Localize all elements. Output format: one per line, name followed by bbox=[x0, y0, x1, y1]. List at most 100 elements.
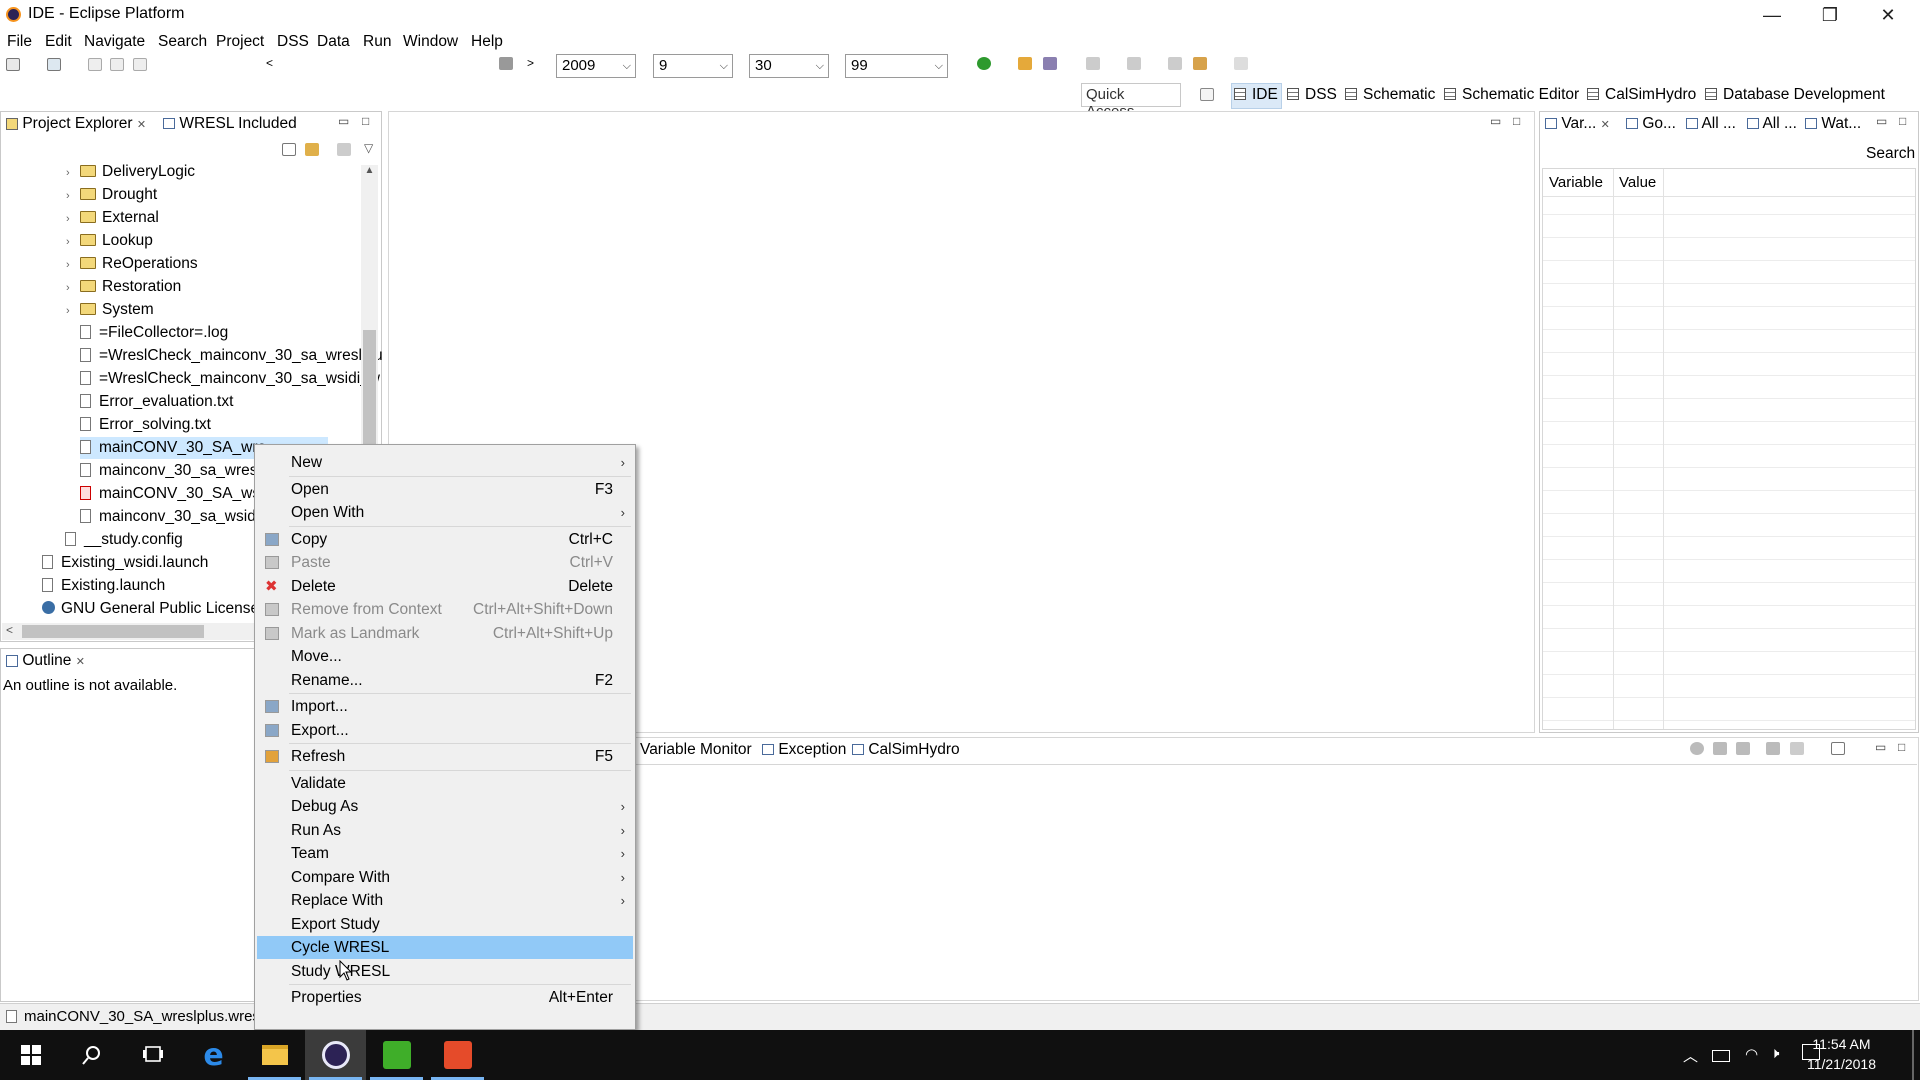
menu-item-delete[interactable]: ✖ Delete Delete bbox=[257, 575, 633, 598]
app-red-button[interactable] bbox=[427, 1030, 488, 1080]
menu-item-run-as[interactable]: Run As › bbox=[257, 819, 633, 842]
h-scroll-thumb[interactable] bbox=[22, 625, 204, 638]
tree-file[interactable]: Error_solving.txt bbox=[80, 414, 211, 436]
month-select[interactable]: 9 ⌵ bbox=[653, 54, 733, 78]
menu-help[interactable]: Help bbox=[471, 33, 503, 51]
perspective-dss[interactable]: DSS bbox=[1287, 86, 1337, 104]
menu-item-study-wresl[interactable]: Study WRESL bbox=[257, 960, 633, 983]
menu-item-import[interactable]: Import... bbox=[257, 695, 633, 718]
tree-file[interactable]: Existing.launch bbox=[42, 575, 165, 597]
pin-icon[interactable] bbox=[1766, 742, 1780, 755]
close-icon[interactable]: ✕ bbox=[137, 119, 146, 131]
minimize-button[interactable]: — bbox=[1743, 0, 1801, 30]
minimize-view-icon[interactable]: ▭ bbox=[1875, 740, 1886, 754]
file-explorer-button[interactable] bbox=[244, 1030, 305, 1080]
tab-project-explorer[interactable]: Project Explorer ✕ bbox=[2, 114, 152, 136]
tab-variables[interactable]: Var... ✕ bbox=[1541, 114, 1619, 136]
new-icon[interactable] bbox=[6, 58, 20, 71]
scroll-up-icon[interactable]: ▲ bbox=[362, 165, 377, 176]
expand-chevron-icon[interactable]: › bbox=[66, 185, 80, 207]
menu-item-export-study[interactable]: Export Study bbox=[257, 913, 633, 936]
steps-select[interactable]: 99 ⌵ bbox=[845, 54, 948, 78]
battery-icon[interactable] bbox=[1712, 1050, 1730, 1062]
focus-icon[interactable] bbox=[337, 143, 351, 156]
tab-wresl-included[interactable]: WRESL Included bbox=[159, 114, 301, 136]
maximize-editor-icon[interactable]: □ bbox=[1513, 114, 1520, 128]
app-green-button[interactable] bbox=[366, 1030, 427, 1080]
menu-search[interactable]: Search bbox=[158, 33, 207, 51]
menu-data[interactable]: Data bbox=[317, 33, 350, 51]
tree-file[interactable]: Existing_wsidi.launch bbox=[42, 552, 208, 574]
last-edit-icon[interactable] bbox=[1168, 57, 1182, 70]
tree-folder[interactable]: › DeliveryLogic bbox=[66, 161, 195, 183]
tree-folder[interactable]: › System bbox=[66, 299, 154, 321]
maximize-view-icon[interactable]: □ bbox=[1898, 740, 1905, 754]
scroll-left-icon[interactable]: < bbox=[6, 623, 13, 637]
close-button[interactable]: ✕ bbox=[1859, 0, 1917, 30]
open-perspective-icon[interactable] bbox=[1200, 88, 1214, 101]
perspective-database-development[interactable]: Database Development bbox=[1705, 86, 1885, 104]
wifi-icon[interactable]: ◠ bbox=[1745, 1045, 1758, 1063]
tree-file[interactable]: mainCONV_30_SA_wsi bbox=[80, 483, 264, 505]
expand-chevron-icon[interactable]: › bbox=[66, 231, 80, 253]
tab-exception[interactable]: Exception bbox=[758, 740, 850, 762]
collapse-all-icon[interactable] bbox=[282, 143, 296, 156]
menu-navigate[interactable]: Navigate bbox=[84, 33, 145, 51]
restore-button[interactable]: ❐ bbox=[1801, 0, 1859, 30]
tab-outline[interactable]: Outline ✕ bbox=[2, 651, 89, 673]
tab-all-2[interactable]: All ... bbox=[1743, 114, 1801, 136]
menu-window[interactable]: Window bbox=[403, 33, 458, 51]
menu-dss[interactable]: DSS bbox=[277, 33, 309, 51]
open-folder-icon[interactable] bbox=[1018, 57, 1032, 70]
tree-file[interactable]: mainconv_30_sa_wsidi_ bbox=[80, 506, 268, 528]
tab-calsimhydro[interactable]: CalSimHydro bbox=[848, 740, 964, 762]
quick-access-input[interactable]: Quick Access bbox=[1081, 83, 1181, 120]
menu-project[interactable]: Project bbox=[216, 33, 264, 51]
tree-folder[interactable]: › Lookup bbox=[66, 230, 153, 252]
menu-item-open[interactable]: Open F3 bbox=[257, 478, 633, 501]
close-icon[interactable]: ✕ bbox=[76, 656, 85, 668]
tree-file[interactable]: =WreslCheck_mainconv_30_sa_wreslplu bbox=[80, 345, 383, 367]
prev-annotation-icon[interactable] bbox=[1127, 57, 1141, 70]
tree-file[interactable]: =WreslCheck_mainconv_30_sa_wsidi_w bbox=[80, 368, 380, 390]
maximize-view-icon[interactable]: □ bbox=[1899, 114, 1906, 128]
tree-file[interactable]: Error_evaluation.txt bbox=[80, 391, 233, 413]
edge-browser-button[interactable]: e bbox=[183, 1030, 244, 1080]
tree-file[interactable]: GNU General Public License bbox=[42, 598, 259, 620]
menu-item-rename[interactable]: Rename... F2 bbox=[257, 669, 633, 692]
menu-item-move[interactable]: Move... bbox=[257, 645, 633, 668]
next-annotation-icon[interactable] bbox=[1086, 57, 1100, 70]
perspective-schematic-editor[interactable]: Schematic Editor bbox=[1444, 86, 1579, 104]
menu-edit[interactable]: Edit bbox=[45, 33, 72, 51]
tree-file[interactable]: mainconv_30_sa_wresl bbox=[80, 460, 261, 482]
search-button[interactable]: Search bbox=[1866, 145, 1915, 163]
tab-variable-monitor[interactable]: Variable Monitor bbox=[636, 740, 756, 762]
task-view-button[interactable] bbox=[122, 1030, 183, 1080]
expand-chevron-icon[interactable]: › bbox=[66, 300, 80, 322]
menu-run[interactable]: Run bbox=[363, 33, 391, 51]
eclipse-taskbar-button[interactable] bbox=[305, 1030, 366, 1080]
maximize-view-icon[interactable]: □ bbox=[362, 114, 369, 128]
tab-all-1[interactable]: All ... bbox=[1682, 114, 1740, 136]
search-button[interactable] bbox=[61, 1030, 122, 1080]
view-menu-icon[interactable]: ▽ bbox=[364, 141, 373, 155]
save-all-icon[interactable] bbox=[110, 58, 124, 71]
tab-goals[interactable]: Go... bbox=[1622, 114, 1680, 136]
year-select[interactable]: 2009 ⌵ bbox=[556, 54, 636, 78]
tree-folder[interactable]: › ReOperations bbox=[66, 253, 198, 275]
tree-folder[interactable]: › Drought bbox=[66, 184, 157, 206]
perspective-schematic[interactable]: Schematic bbox=[1345, 86, 1435, 104]
tree-folder[interactable]: › External bbox=[66, 207, 159, 229]
menu-item-replace-with[interactable]: Replace With › bbox=[257, 889, 633, 912]
menu-item-copy[interactable]: Copy Ctrl+C bbox=[257, 528, 633, 551]
tree-file[interactable]: =FileCollector=.log bbox=[80, 322, 228, 344]
new-project-icon[interactable] bbox=[47, 58, 61, 71]
tray-expand-icon[interactable]: ︿ bbox=[1683, 1045, 1698, 1066]
menu-item-team[interactable]: Team › bbox=[257, 842, 633, 865]
print-icon[interactable] bbox=[133, 58, 147, 71]
menu-item-compare-with[interactable]: Compare With › bbox=[257, 866, 633, 889]
step-icon[interactable] bbox=[1713, 742, 1727, 755]
menu-item-open-with[interactable]: Open With › bbox=[257, 501, 633, 524]
tab-watch[interactable]: Wat... bbox=[1801, 114, 1865, 136]
open-console-icon[interactable] bbox=[1831, 742, 1845, 755]
